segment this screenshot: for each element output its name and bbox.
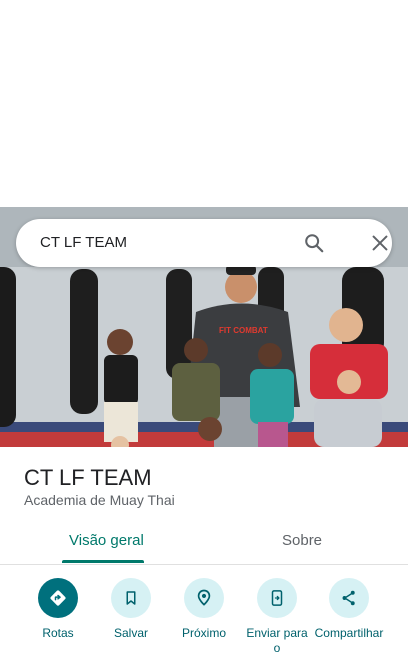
search-bar[interactable]: CT LF TEAM <box>16 219 392 267</box>
save-button[interactable]: Salvar <box>91 578 171 641</box>
nearby-button[interactable]: Próximo <box>164 578 244 641</box>
share-button[interactable]: Compartilhar <box>309 578 389 641</box>
tab-about[interactable]: Sobre <box>282 532 322 549</box>
tab-overview[interactable]: Visão geral <box>69 532 144 549</box>
nearby-label: Próximo <box>181 626 226 640</box>
place-title: CT LF TEAM <box>24 465 152 490</box>
save-label: Salvar <box>113 626 148 640</box>
search-icon[interactable] <box>303 232 325 254</box>
share-icon <box>329 578 369 618</box>
search-input[interactable]: CT LF TEAM <box>40 234 127 251</box>
place-category: Academia de Muay Thai <box>24 492 175 508</box>
send-to-phone-label: Enviar para o <box>246 626 308 655</box>
action-bar: Rotas Salvar Próximo Enviar para o Compa… <box>0 578 408 656</box>
shirt-text: FIT COMBAT <box>219 326 268 335</box>
bookmark-icon <box>111 578 151 618</box>
send-to-phone-icon <box>257 578 297 618</box>
directions-icon <box>38 578 78 618</box>
close-icon[interactable] <box>369 232 391 254</box>
directions-label: Rotas <box>42 626 74 640</box>
tab-bar: Visão geral Sobre <box>0 522 408 565</box>
map-blank-area <box>0 0 408 207</box>
share-label: Compartilhar <box>314 626 384 640</box>
nearby-icon <box>184 578 224 618</box>
directions-button[interactable]: Rotas <box>18 578 98 641</box>
send-to-phone-button[interactable]: Enviar para o <box>237 578 317 656</box>
active-tab-indicator <box>62 560 144 563</box>
